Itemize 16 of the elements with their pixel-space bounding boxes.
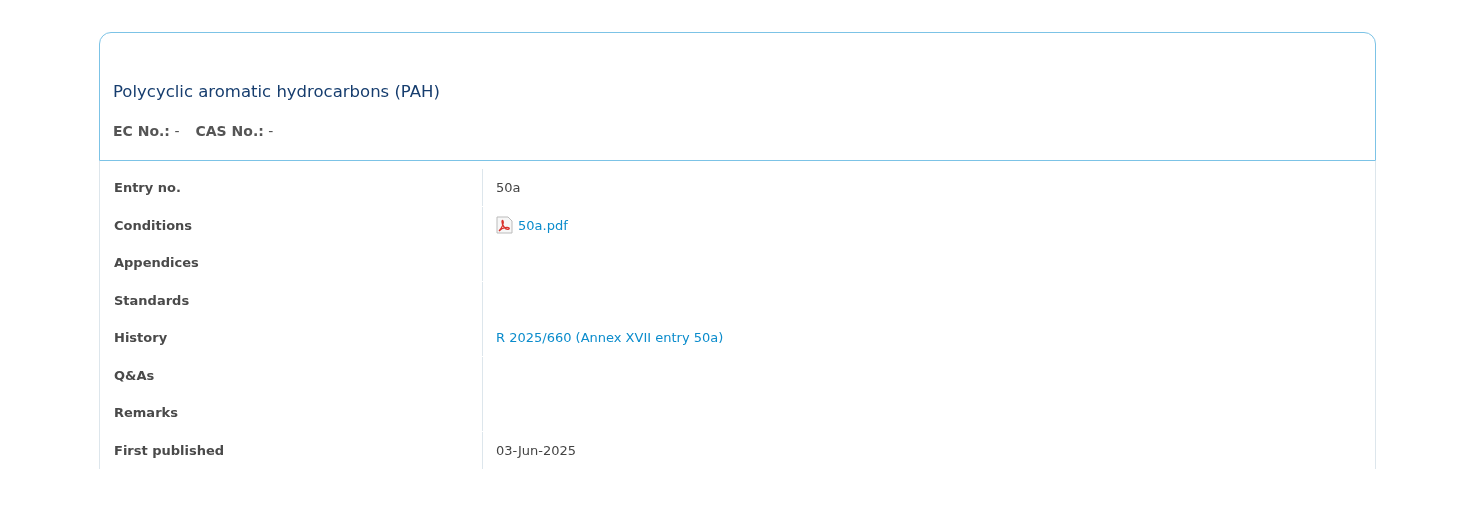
pdf-icon	[496, 216, 513, 234]
field-label: History	[114, 330, 168, 345]
field-label: Conditions	[114, 217, 193, 233]
field-label: Standards	[114, 292, 190, 308]
field-label: First published	[114, 442, 225, 458]
entry-value: 50a	[496, 180, 521, 195]
pdf-link[interactable]: 50a.pdf	[496, 216, 568, 234]
substance-title: Polycyclic aromatic hydrocarbons (PAH)	[113, 81, 441, 103]
field-label: Appendices	[114, 255, 199, 270]
identifier-text: CAS No.: -	[195, 123, 274, 139]
identifier-text: EC No.: -	[113, 123, 180, 139]
entry-value: 03-Jun-2025	[496, 442, 577, 458]
field-label: Q&As	[114, 367, 155, 383]
field-label: Remarks	[114, 405, 178, 420]
history-link[interactable]: R 2025/660 (Annex XVII entry 50a)	[496, 330, 724, 345]
field-label: Entry no.	[114, 180, 181, 195]
